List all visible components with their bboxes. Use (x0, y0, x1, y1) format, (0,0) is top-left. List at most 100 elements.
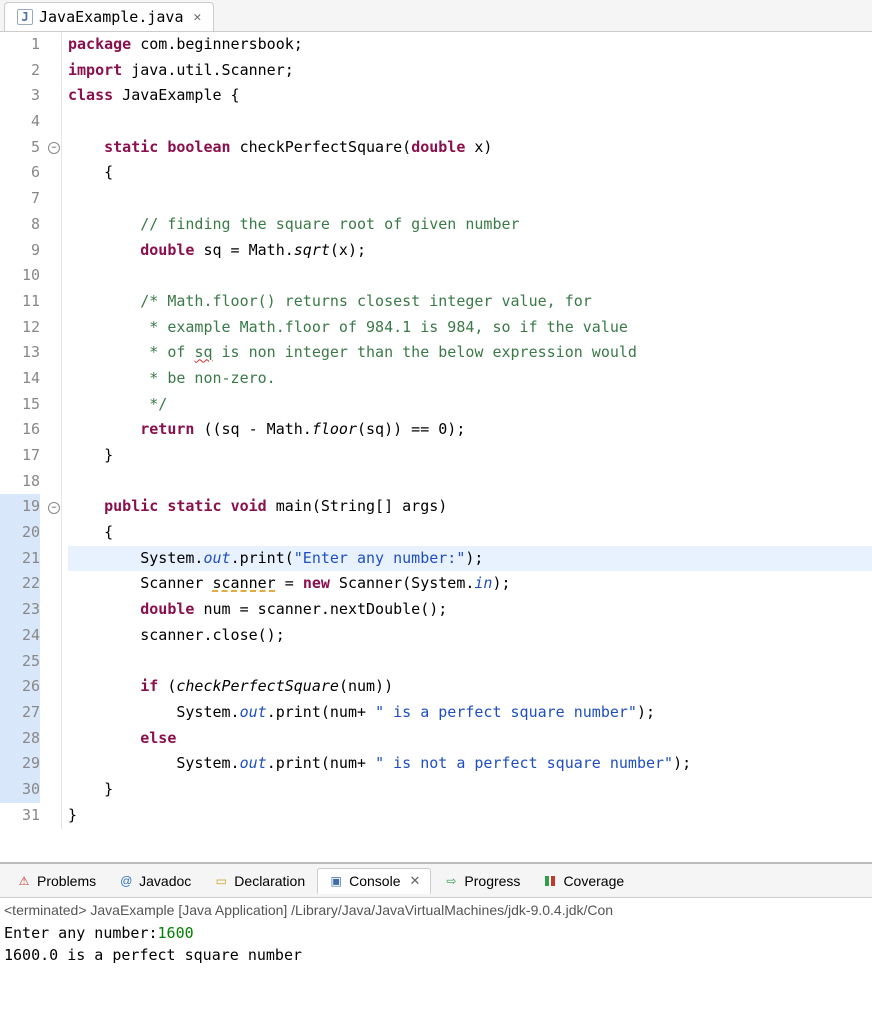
console-output[interactable]: Enter any number:1600 1600.0 is a perfec… (4, 918, 868, 966)
tab-progress[interactable]: ⇨ Progress (433, 869, 530, 893)
line-number: 19 (0, 494, 40, 520)
tab-console[interactable]: ▣ Console ✕ (317, 868, 431, 894)
line-number: 16 (0, 417, 40, 443)
code-line[interactable]: import java.util.Scanner; (68, 58, 872, 84)
progress-icon: ⇨ (443, 873, 459, 889)
line-number: 1 (0, 32, 40, 58)
code-line[interactable]: package com.beginnersbook; (68, 32, 872, 58)
line-number: 2 (0, 58, 40, 84)
line-number-gutter: 1234567891011121314151617181920212223242… (0, 32, 48, 862)
file-tab-label: JavaExample.java (39, 8, 184, 26)
declaration-icon: ▭ (213, 873, 229, 889)
tab-problems[interactable]: ⚠ Problems (6, 869, 106, 893)
tab-coverage[interactable]: Coverage (532, 869, 634, 893)
code-line[interactable] (68, 186, 872, 212)
bottom-panel: ⚠ Problems @ Javadoc ▭ Declaration ▣ Con… (0, 862, 872, 970)
line-number: 6 (0, 160, 40, 186)
code-line[interactable]: System.out.print(num+ " is not a perfect… (68, 751, 872, 777)
line-number: 11 (0, 289, 40, 315)
line-number: 24 (0, 623, 40, 649)
line-number: 5 (0, 135, 40, 161)
line-number: 7 (0, 186, 40, 212)
code-line[interactable]: scanner.close(); (68, 623, 872, 649)
console-prompt: Enter any number: (4, 924, 158, 942)
fold-toggle-icon[interactable]: − (48, 502, 60, 514)
line-number: 26 (0, 674, 40, 700)
code-area[interactable]: package com.beginnersbook;import java.ut… (62, 32, 872, 862)
line-number: 10 (0, 263, 40, 289)
line-number: 9 (0, 238, 40, 264)
code-line[interactable]: class JavaExample { (68, 83, 872, 109)
java-file-icon: J (17, 9, 33, 25)
line-number: 8 (0, 212, 40, 238)
code-line[interactable]: // finding the square root of given numb… (68, 212, 872, 238)
code-line[interactable]: } (68, 803, 872, 829)
line-number: 30 (0, 777, 40, 803)
line-number: 23 (0, 597, 40, 623)
tab-declaration-label: Declaration (234, 873, 305, 889)
code-line[interactable]: double sq = Math.sqrt(x); (68, 238, 872, 264)
line-number: 13 (0, 340, 40, 366)
code-line[interactable]: static boolean checkPerfectSquare(double… (68, 135, 872, 161)
code-editor[interactable]: 1234567891011121314151617181920212223242… (0, 32, 872, 862)
line-number: 14 (0, 366, 40, 392)
line-number: 31 (0, 803, 40, 829)
line-number: 4 (0, 109, 40, 135)
console-close-icon[interactable]: ✕ (410, 873, 421, 889)
javadoc-icon: @ (118, 873, 134, 889)
line-number: 28 (0, 726, 40, 752)
line-number: 21 (0, 546, 40, 572)
line-number: 20 (0, 520, 40, 546)
tab-declaration[interactable]: ▭ Declaration (203, 869, 315, 893)
code-line[interactable]: else (68, 726, 872, 752)
code-line[interactable]: System.out.print("Enter any number:"); (68, 546, 872, 572)
line-number: 18 (0, 469, 40, 495)
coverage-icon (542, 873, 558, 889)
fold-gutter: −− (48, 32, 62, 829)
tab-problems-label: Problems (37, 873, 96, 889)
console-result: 1600.0 is a perfect square number (4, 946, 302, 964)
line-number: 27 (0, 700, 40, 726)
code-line[interactable]: { (68, 160, 872, 186)
editor-tab-bar: J JavaExample.java ✕ (0, 0, 872, 32)
code-line[interactable]: public static void main(String[] args) (68, 494, 872, 520)
fold-toggle-icon[interactable]: − (48, 142, 60, 154)
code-line[interactable]: /* Math.floor() returns closest integer … (68, 289, 872, 315)
line-number: 29 (0, 751, 40, 777)
code-line[interactable] (68, 649, 872, 675)
code-line[interactable]: return ((sq - Math.floor(sq)) == 0); (68, 417, 872, 443)
console-user-input: 1600 (158, 924, 194, 942)
line-number: 22 (0, 571, 40, 597)
code-line[interactable]: * be non-zero. (68, 366, 872, 392)
code-line[interactable]: */ (68, 392, 872, 418)
code-line[interactable]: * example Math.floor of 984.1 is 984, so… (68, 315, 872, 341)
console-status: <terminated> JavaExample [Java Applicati… (4, 902, 868, 918)
tab-coverage-label: Coverage (563, 873, 624, 889)
code-line[interactable] (68, 263, 872, 289)
line-number: 17 (0, 443, 40, 469)
line-number: 15 (0, 392, 40, 418)
console-icon: ▣ (328, 873, 344, 889)
line-number: 3 (0, 83, 40, 109)
tab-progress-label: Progress (464, 873, 520, 889)
close-tab-icon[interactable]: ✕ (194, 10, 202, 25)
code-line[interactable]: } (68, 443, 872, 469)
problems-icon: ⚠ (16, 873, 32, 889)
code-line[interactable]: } (68, 777, 872, 803)
tab-javadoc[interactable]: @ Javadoc (108, 869, 201, 893)
bottom-tab-bar: ⚠ Problems @ Javadoc ▭ Declaration ▣ Con… (0, 864, 872, 898)
tab-javadoc-label: Javadoc (139, 873, 191, 889)
code-line[interactable] (68, 469, 872, 495)
line-number: 12 (0, 315, 40, 341)
code-line[interactable]: * of sq is non integer than the below ex… (68, 340, 872, 366)
code-line[interactable]: double num = scanner.nextDouble(); (68, 597, 872, 623)
code-line[interactable] (68, 109, 872, 135)
code-line[interactable]: System.out.print(num+ " is a perfect squ… (68, 700, 872, 726)
tab-console-label: Console (349, 873, 400, 889)
code-line[interactable]: Scanner scanner = new Scanner(System.in)… (68, 571, 872, 597)
code-line[interactable]: { (68, 520, 872, 546)
line-number: 25 (0, 649, 40, 675)
console-body: <terminated> JavaExample [Java Applicati… (0, 898, 872, 970)
code-line[interactable]: if (checkPerfectSquare(num)) (68, 674, 872, 700)
file-tab[interactable]: J JavaExample.java ✕ (4, 2, 214, 31)
